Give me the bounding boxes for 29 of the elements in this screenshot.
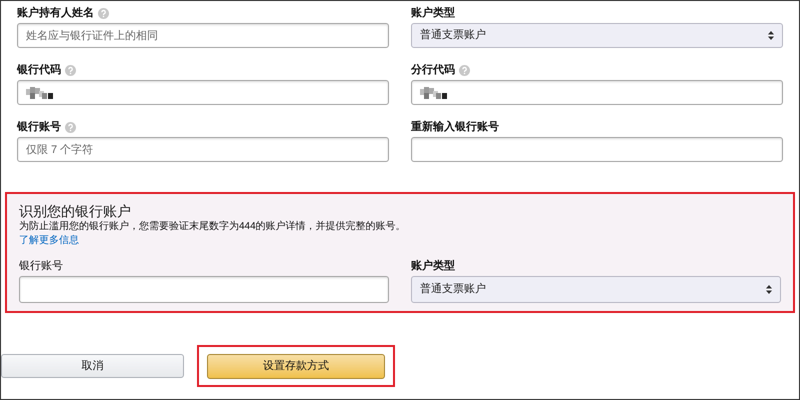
field-label: 银行账号 — [19, 258, 63, 274]
field-label: 银行代码 — [17, 62, 61, 78]
help-icon[interactable] — [459, 64, 470, 76]
input-field[interactable]: 仅限 7 个字符 — [17, 137, 389, 162]
learn-more-link[interactable]: 了解更多信息 — [19, 234, 79, 248]
field-label: 账户类型 — [411, 258, 455, 274]
field-label: 账户类型 — [411, 6, 455, 21]
field-label: 重新输入银行账号 — [411, 120, 499, 135]
input-field[interactable] — [19, 276, 389, 303]
input-field[interactable]: 姓名应与银行证件上的相同 — [17, 23, 389, 48]
redacted-value-drawing — [26, 86, 54, 98]
help-icon[interactable] — [65, 64, 76, 76]
help-icon[interactable] — [98, 8, 109, 18]
select-field[interactable]: 普通支票账户 — [411, 23, 783, 48]
field-label: 账户持有人姓名 — [17, 6, 94, 21]
select-arrows-icon — [766, 285, 772, 294]
input-field[interactable] — [411, 80, 783, 105]
select-arrows-icon — [768, 31, 774, 40]
panel-description: 为防止滥用您的银行账户，您需要验证末尾数字为444的账户详情，并提供完整的账号。 — [19, 220, 407, 234]
field-label: 银行账号 — [17, 120, 61, 135]
panel-title: 识别您的银行账户 — [19, 202, 132, 220]
submit-button[interactable]: 设置存款方式 — [207, 354, 385, 379]
redacted-value-drawing — [420, 86, 448, 98]
help-icon[interactable] — [65, 122, 76, 132]
input-field[interactable] — [17, 80, 389, 105]
input-field[interactable] — [411, 137, 783, 162]
field-label: 分行代码 — [411, 62, 455, 78]
cancel-button[interactable]: 取消 — [1, 354, 184, 378]
select-field[interactable]: 普通支票账户 — [411, 276, 781, 303]
